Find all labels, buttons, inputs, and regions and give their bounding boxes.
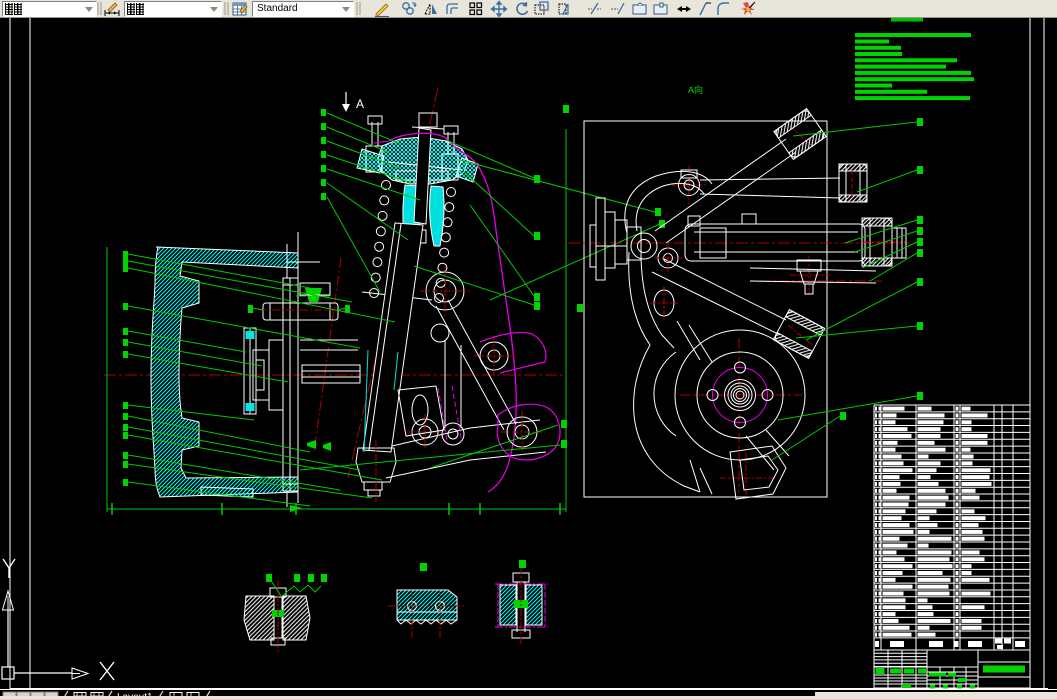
svg-text:A向: A向 [688, 84, 703, 95]
svg-text:A: A [356, 97, 364, 111]
